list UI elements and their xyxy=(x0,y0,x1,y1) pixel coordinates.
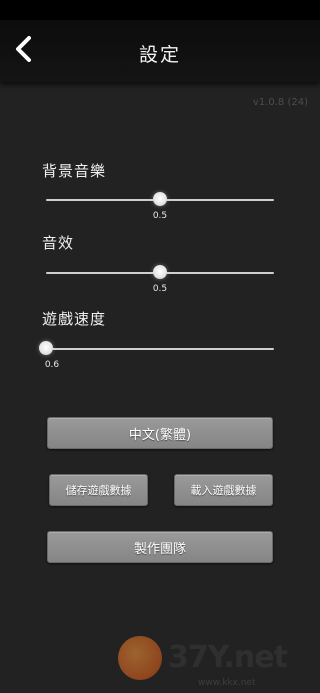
sfx-value: 0.5 xyxy=(152,284,168,294)
credits-button[interactable]: 製作團隊 xyxy=(47,531,273,563)
slider-thumb[interactable] xyxy=(153,192,167,206)
sfx-label: 音效 xyxy=(42,234,75,252)
bgm-value: 0.5 xyxy=(152,211,168,221)
settings-screen: 設定 v1.0.8 (24) 背景音樂 0.5 音效 0.5 遊戲速度 0.6 … xyxy=(0,0,320,693)
version-label: v1.0.8 (24) xyxy=(252,97,308,108)
slider-thumb[interactable] xyxy=(39,341,53,355)
load-data-button[interactable]: 載入遊戲數據 xyxy=(174,474,273,506)
watermark: 37Y.net www.kkx.net xyxy=(112,630,312,690)
game-speed-value: 0.6 xyxy=(44,360,60,370)
slider-thumb[interactable] xyxy=(153,265,167,279)
slider-track xyxy=(46,348,274,350)
save-data-button[interactable]: 儲存遊戲數據 xyxy=(49,474,148,506)
watermark-brand: 37Y.net xyxy=(168,640,288,675)
bgm-label: 背景音樂 xyxy=(42,162,107,180)
header-bar: 設定 xyxy=(0,20,320,82)
game-speed-label: 遊戲速度 xyxy=(42,310,107,328)
watermark-logo-icon xyxy=(118,636,162,680)
bgm-slider[interactable]: 0.5 xyxy=(46,190,274,221)
watermark-url: www.kkx.net xyxy=(198,678,256,688)
language-button[interactable]: 中文(繁體) xyxy=(47,417,273,449)
status-bar xyxy=(0,0,320,20)
game-speed-slider[interactable]: 0.6 xyxy=(39,339,274,370)
page-title: 設定 xyxy=(138,44,181,66)
sfx-slider[interactable]: 0.5 xyxy=(46,263,274,294)
